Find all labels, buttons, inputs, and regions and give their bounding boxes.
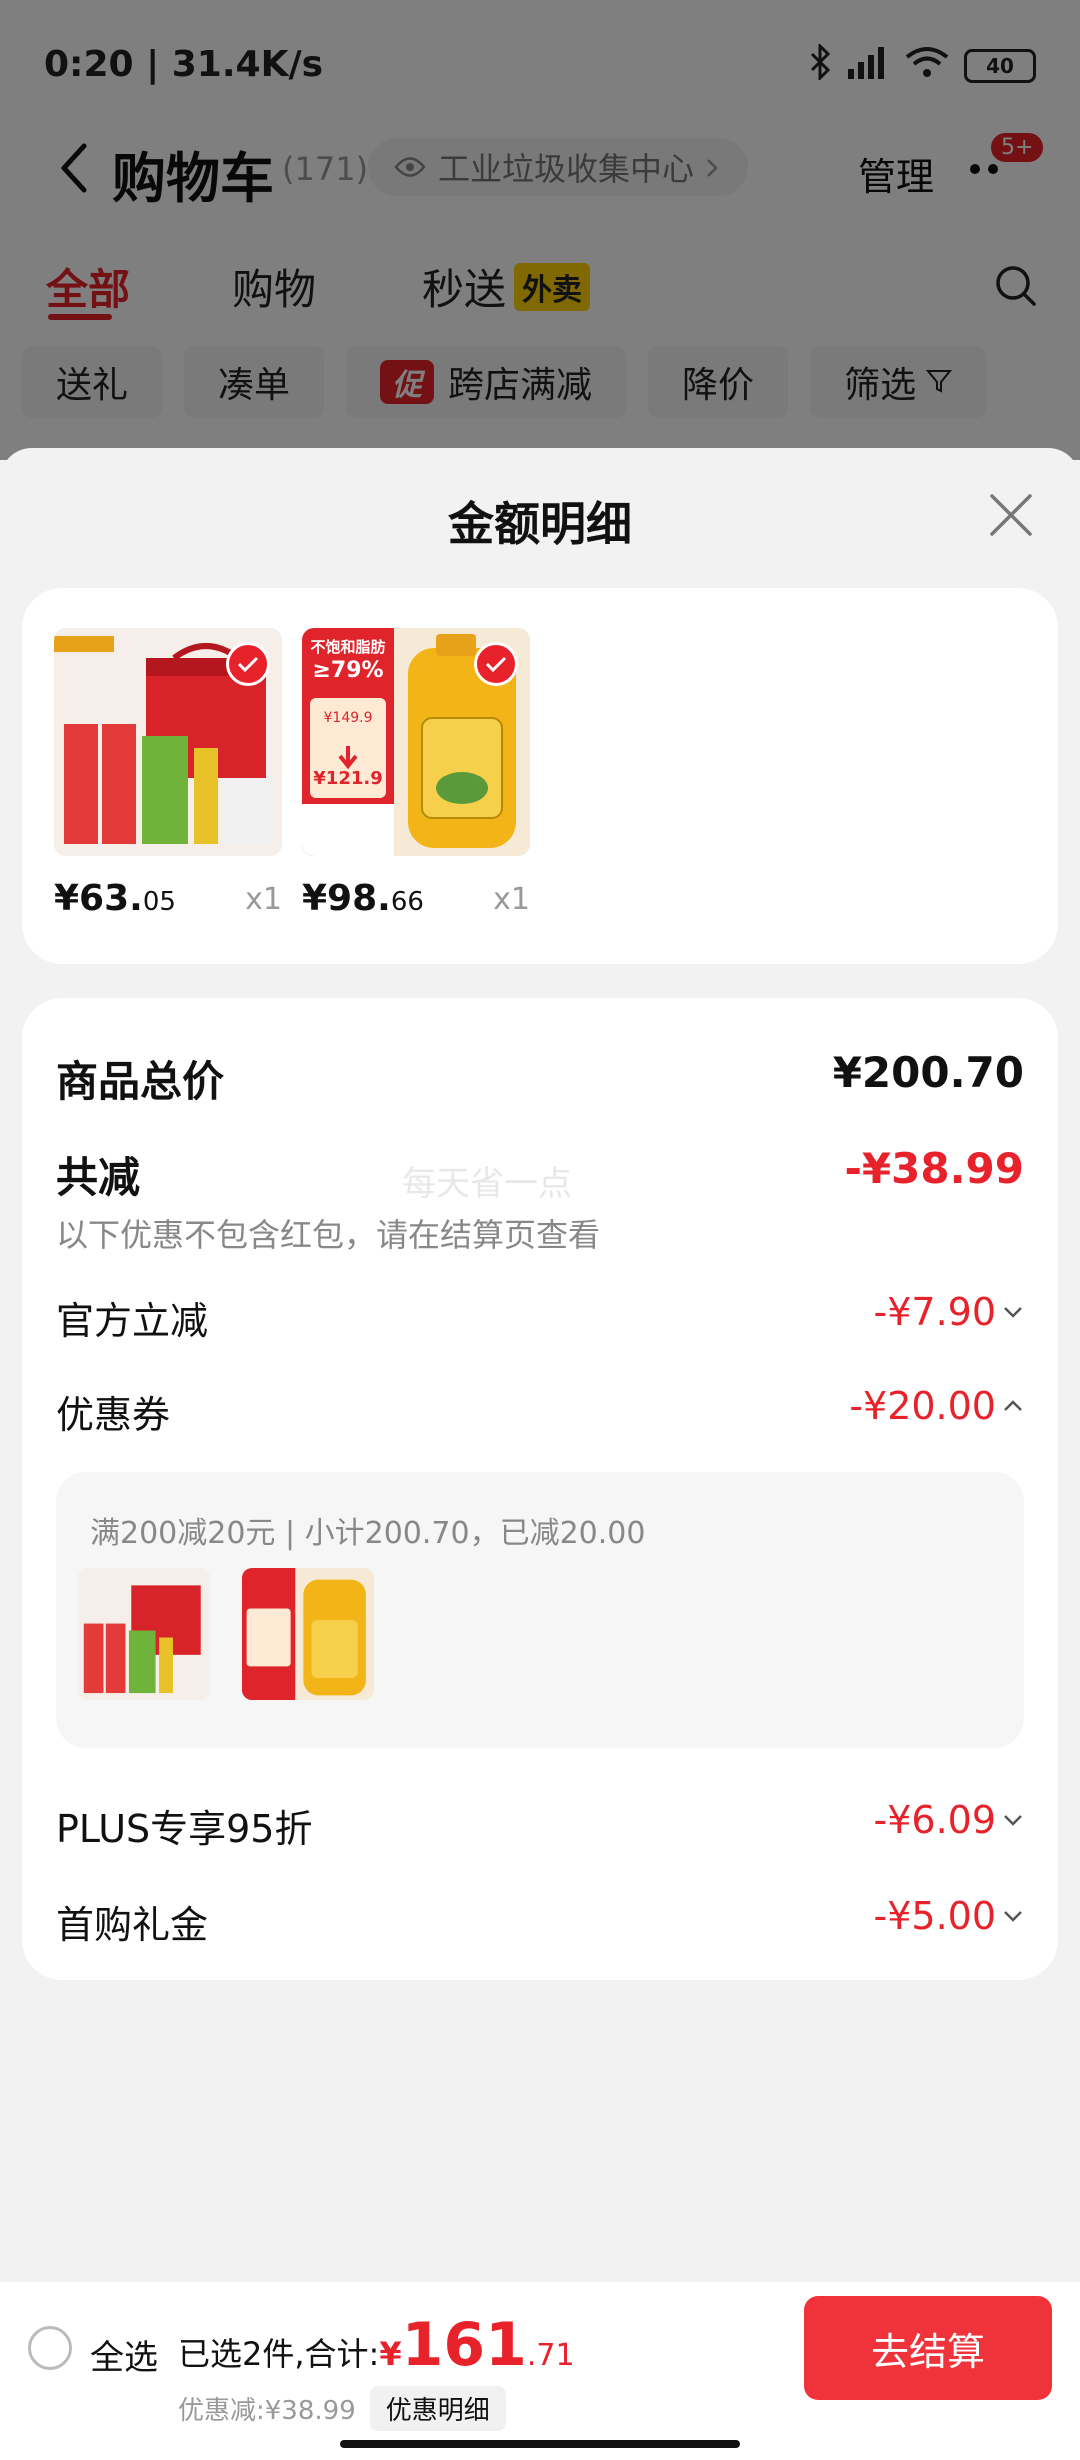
- discount-value: -¥6.09: [874, 1798, 1025, 1842]
- product-image-caption: 不饱和脂肪: [310, 638, 386, 656]
- coupon-detail-text: 满200减20元 | 小计200.70，已减20.00: [90, 1516, 646, 1551]
- total-amount-integer: 161: [401, 2310, 527, 2380]
- total-amount-decimal: .71: [526, 2338, 575, 2373]
- discount-value: -¥5.00: [874, 1894, 1025, 1938]
- product-quantity: x1: [493, 882, 530, 917]
- checkout-bar: 全选 已选2件,合计:¥161.71 优惠减:¥38.99 优惠明细 去结算: [0, 2282, 1080, 2460]
- order-summary: 已选2件,合计:¥161.71: [178, 2310, 575, 2380]
- product-quantity: x1: [245, 882, 282, 917]
- product-item[interactable]: ¥63.05 x1: [54, 628, 282, 934]
- select-all-label[interactable]: 全选: [90, 2330, 158, 2379]
- discount-value: -¥20.00: [849, 1384, 1024, 1428]
- coupon-detail-panel: 满200减20元 | 小计200.70，已减20.00: [56, 1472, 1024, 1748]
- watermark: 每天省一点: [402, 1164, 572, 1204]
- discount-official[interactable]: 官方立减 -¥7.90: [56, 1290, 1025, 1343]
- selected-products-card: ¥63.05 x1 不饱和脂肪 ≥79% ¥149.9 ¥121.9 ¥98.6…: [22, 588, 1058, 964]
- discount-label: 首购礼金: [56, 1903, 209, 1947]
- product-price: ¥98.66: [302, 878, 424, 919]
- checkout-button[interactable]: 去结算: [804, 2296, 1052, 2400]
- home-indicator: [340, 2440, 740, 2448]
- discount-label: 官方立减: [56, 1299, 209, 1343]
- discount-coupon[interactable]: 优惠券 -¥20.00: [56, 1384, 1024, 1437]
- product-image-cooking-oil: 不饱和脂肪 ≥79% ¥149.9 ¥121.9: [302, 628, 530, 856]
- select-all-checkbox[interactable]: [28, 2326, 72, 2370]
- discount-summary: 优惠减:¥38.99 优惠明细: [178, 2386, 506, 2431]
- chevron-down-icon: [1004, 1815, 1022, 1826]
- product-image-caption: ¥149.9: [323, 710, 373, 726]
- total-currency: ¥: [379, 2335, 402, 2373]
- modal-overlay[interactable]: [0, 0, 1080, 460]
- coupon-product-thumbnail: [78, 1568, 210, 1700]
- chevron-down-icon: [1004, 1307, 1022, 1318]
- chevron-up-icon: [1004, 1400, 1022, 1411]
- sheet-title: 金额明细: [448, 497, 632, 551]
- discount-first-purchase[interactable]: 首购礼金 -¥5.00: [56, 1894, 1025, 1947]
- selected-check-icon: [474, 642, 518, 686]
- summary-prefix: 已选2件,合计:: [178, 2335, 380, 2373]
- coupon-product-thumbnail: [242, 1568, 374, 1700]
- product-price: ¥63.05: [54, 878, 176, 919]
- selected-check-icon: [226, 642, 270, 686]
- product-image-caption: ≥79%: [312, 658, 384, 683]
- product-image-gift-box: [54, 628, 282, 856]
- total-reduction-label: 共减: [56, 1153, 141, 1202]
- product-image-caption: ¥121.9: [313, 768, 383, 789]
- product-item[interactable]: 不饱和脂肪 ≥79% ¥149.9 ¥121.9 ¥98.66 x1: [302, 628, 530, 934]
- chevron-down-icon: [1004, 1911, 1022, 1922]
- total-price-value: ¥200.70: [832, 1048, 1024, 1097]
- discount-summary-text: 优惠减:¥38.99: [178, 2396, 356, 2426]
- discount-label: 优惠券: [56, 1393, 171, 1437]
- discount-label: PLUS专享95折: [56, 1807, 313, 1851]
- reduction-note: 以下优惠不包含红包，请在结算页查看: [56, 1216, 601, 1254]
- close-icon[interactable]: [986, 490, 1036, 540]
- discount-plus[interactable]: PLUS专享95折 -¥6.09: [56, 1798, 1025, 1851]
- price-detail-sheet: 金额明细 ¥63.05 x1 不饱和脂肪 ≥79% ¥149.9 ¥121.9 …: [0, 448, 1080, 2460]
- price-breakdown-card: 商品总价 ¥200.70 共减 -¥38.99 每天省一点 以下优惠不包含红包，…: [22, 998, 1058, 1980]
- price-detail-button[interactable]: 优惠明细: [369, 2386, 506, 2431]
- total-price-label: 商品总价: [56, 1057, 225, 1106]
- discount-value: -¥7.90: [874, 1290, 1025, 1334]
- total-reduction-value: -¥38.99: [844, 1144, 1024, 1193]
